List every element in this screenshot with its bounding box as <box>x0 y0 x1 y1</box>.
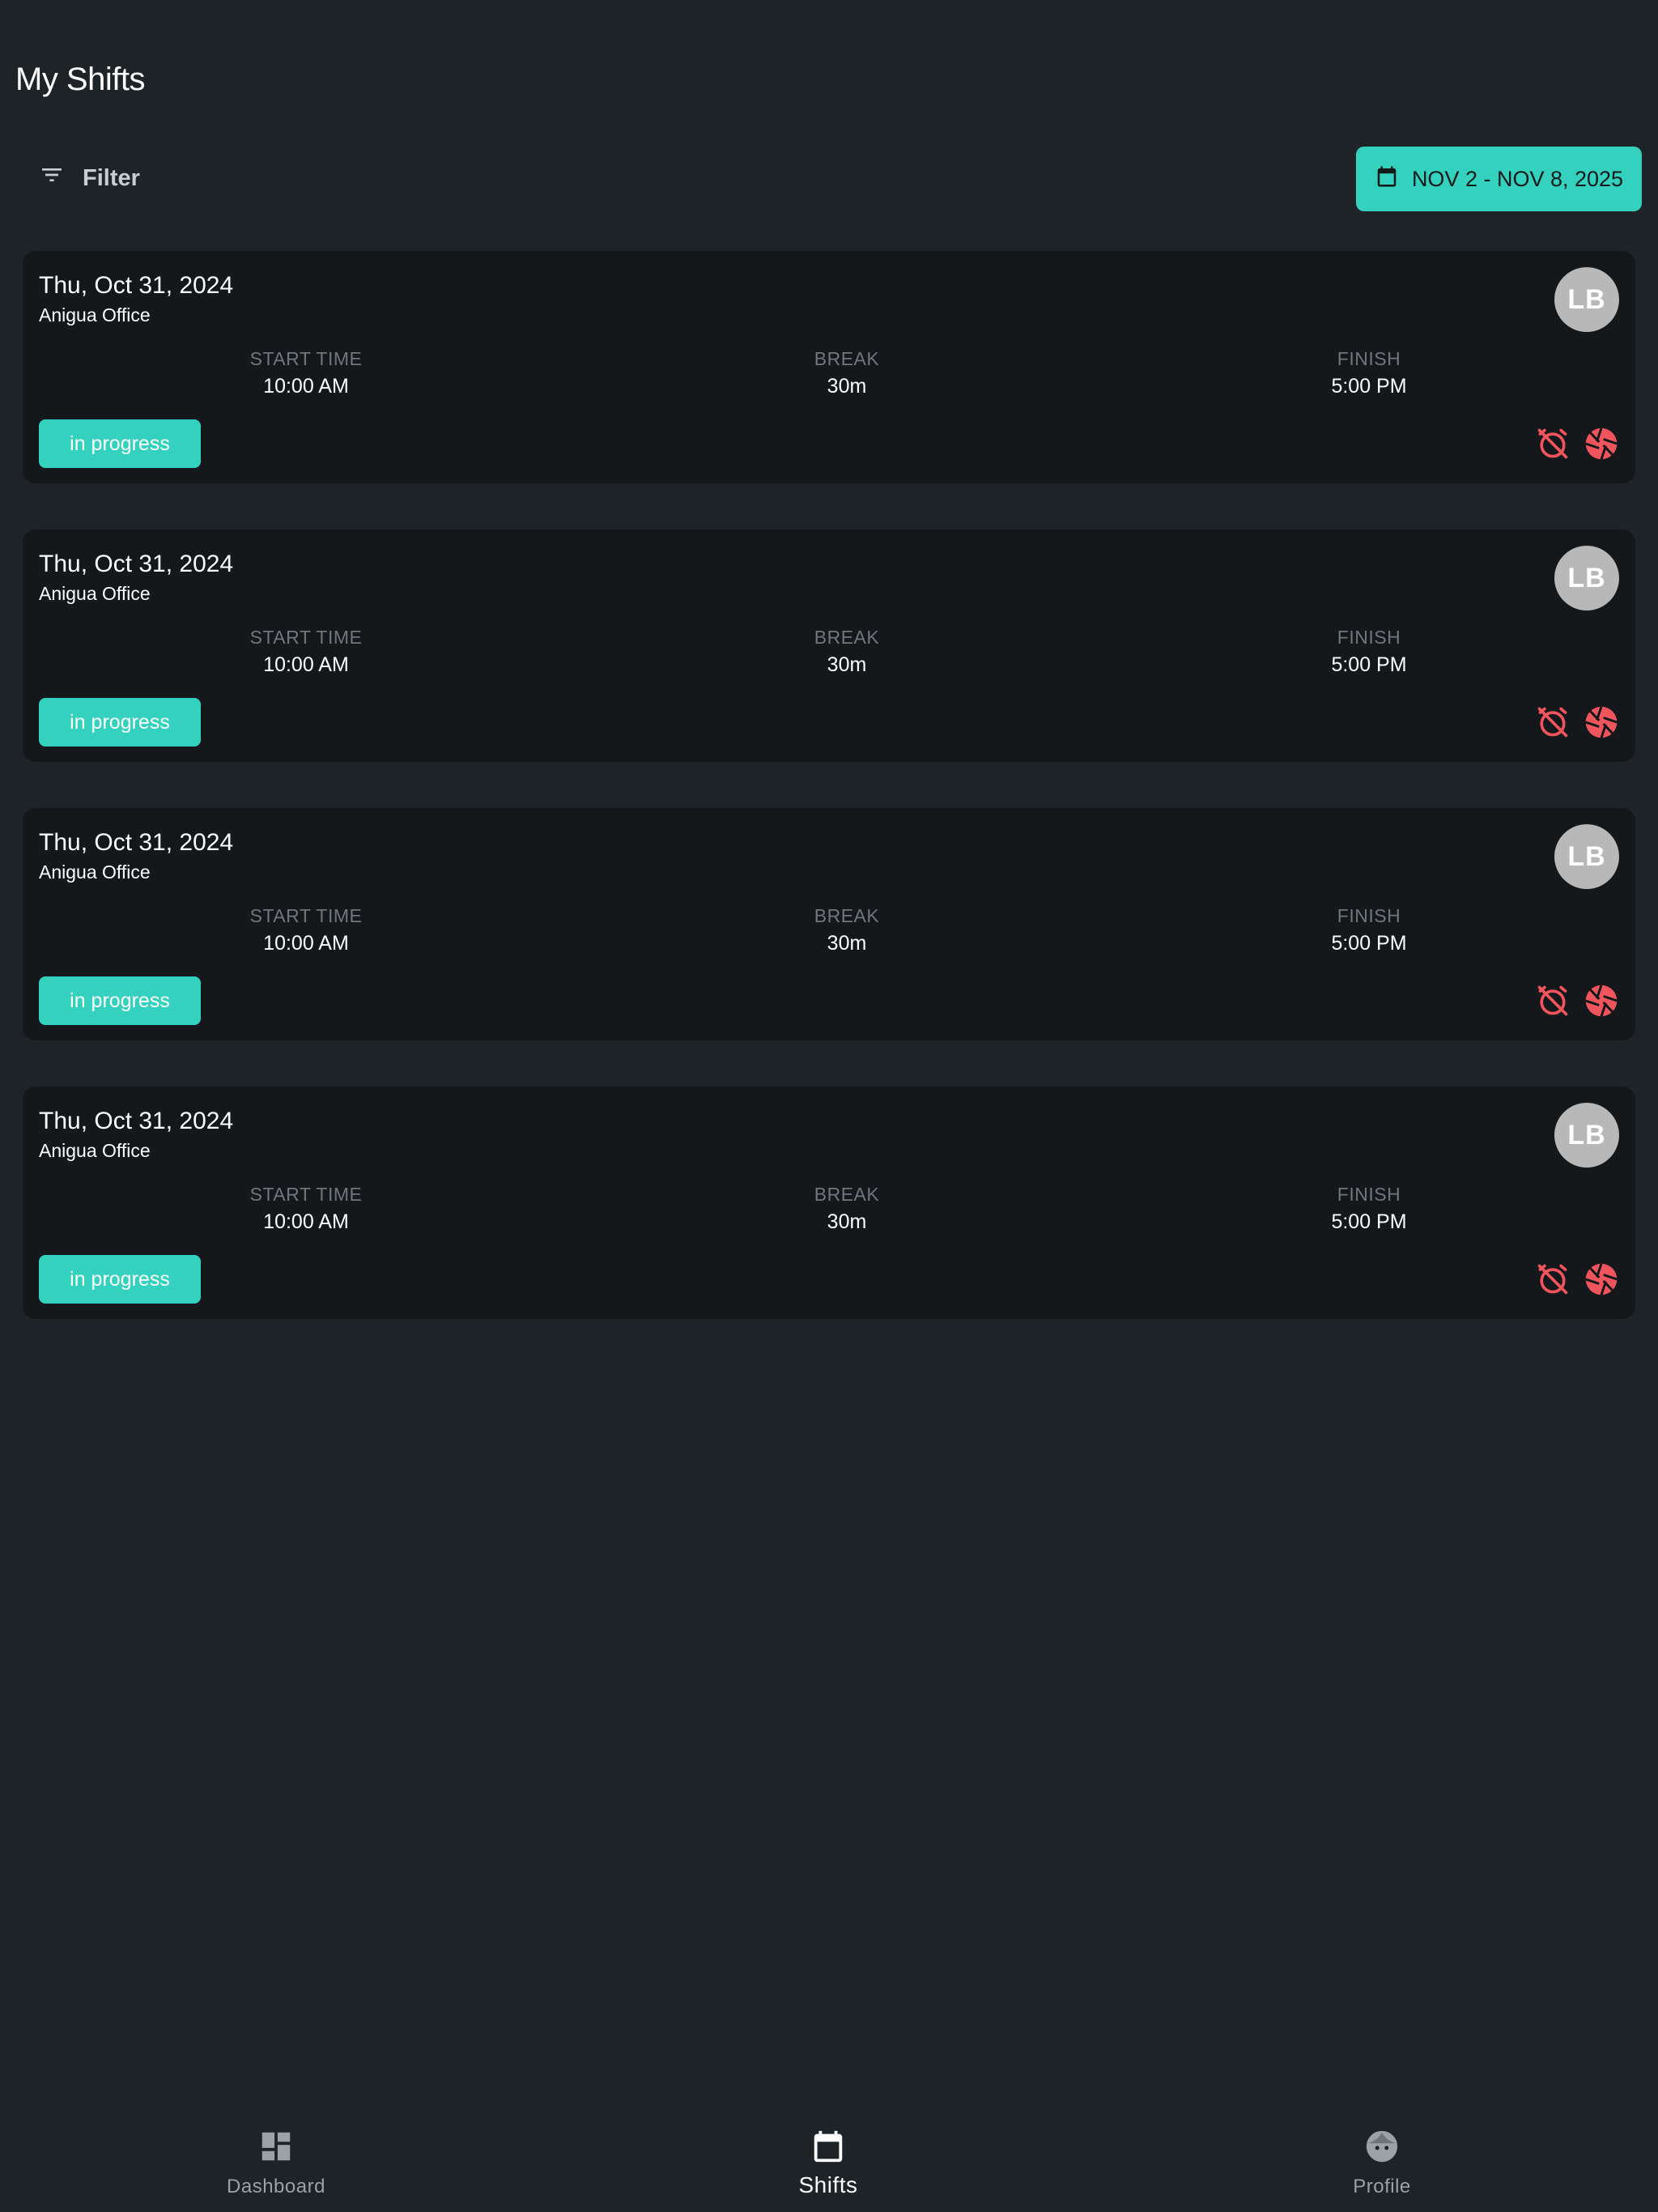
finish-label: FINISH <box>1337 627 1401 648</box>
finish-value: 5:00 PM <box>1331 1210 1407 1233</box>
start-time-label: START TIME <box>249 627 363 648</box>
shift-location: Anigua Office <box>39 861 151 883</box>
break-value: 30m <box>827 932 867 955</box>
break-value: 30m <box>827 375 867 398</box>
finish-column: FINISH 5:00 PM <box>1248 1184 1490 1234</box>
start-time-value: 10:00 AM <box>263 932 349 955</box>
status-badge[interactable]: in progress <box>39 698 201 747</box>
finish-label: FINISH <box>1337 905 1401 926</box>
break-label: BREAK <box>814 627 880 648</box>
break-label: BREAK <box>814 1184 880 1205</box>
avatar: LB <box>1554 546 1619 610</box>
status-badge[interactable]: in progress <box>39 419 201 468</box>
start-time-value: 10:00 AM <box>263 653 349 676</box>
start-time-value: 10:00 AM <box>263 375 349 398</box>
start-time-value: 10:00 AM <box>263 1210 349 1233</box>
start-time-label: START TIME <box>249 348 363 369</box>
start-time-column: START TIME 10:00 AM <box>185 905 427 955</box>
finish-value: 5:00 PM <box>1331 375 1407 398</box>
shift-location: Anigua Office <box>39 583 151 604</box>
shift-card[interactable]: Thu, Oct 31, 2024 Anigua Office LB START… <box>23 530 1635 762</box>
calendar-icon <box>810 2128 847 2169</box>
finish-column: FINISH 5:00 PM <box>1248 905 1490 955</box>
calendar-icon <box>1375 164 1399 194</box>
shift-date: Thu, Oct 31, 2024 <box>39 551 234 577</box>
avatar: LB <box>1554 267 1619 332</box>
status-icons <box>1535 983 1619 1019</box>
start-time-column: START TIME 10:00 AM <box>185 627 427 677</box>
finish-value: 5:00 PM <box>1331 653 1407 676</box>
shift-card[interactable]: Thu, Oct 31, 2024 Anigua Office LB START… <box>23 251 1635 483</box>
start-time-column: START TIME 10:00 AM <box>185 1184 427 1234</box>
shift-location: Anigua Office <box>39 304 151 325</box>
start-time-column: START TIME 10:00 AM <box>185 348 427 398</box>
status-badge[interactable]: in progress <box>39 1255 201 1304</box>
alarm-off-icon[interactable] <box>1535 1261 1571 1297</box>
break-value: 30m <box>827 653 867 676</box>
start-time-label: START TIME <box>249 905 363 926</box>
camera-shutter-icon[interactable] <box>1584 704 1619 740</box>
break-column: BREAK 30m <box>725 348 968 398</box>
break-column: BREAK 30m <box>725 1184 968 1234</box>
finish-value: 5:00 PM <box>1331 932 1407 955</box>
face-icon <box>1363 2128 1401 2169</box>
camera-shutter-icon[interactable] <box>1584 983 1619 1019</box>
date-range-label: NOV 2 - NOV 8, 2025 <box>1411 166 1624 191</box>
finish-label: FINISH <box>1337 348 1401 369</box>
alarm-off-icon[interactable] <box>1535 704 1571 740</box>
status-icons <box>1535 426 1619 462</box>
finish-column: FINISH 5:00 PM <box>1248 627 1490 677</box>
page-title: My Shifts <box>15 62 145 97</box>
nav-dashboard[interactable]: Dashboard <box>179 2128 373 2198</box>
break-value: 30m <box>827 1210 867 1233</box>
shift-card[interactable]: Thu, Oct 31, 2024 Anigua Office LB START… <box>23 1087 1635 1319</box>
break-label: BREAK <box>814 905 880 926</box>
filter-icon <box>39 162 65 194</box>
status-badge[interactable]: in progress <box>39 976 201 1025</box>
filter-label: Filter <box>83 164 140 191</box>
break-column: BREAK 30m <box>725 905 968 955</box>
shift-date: Thu, Oct 31, 2024 <box>39 1108 234 1134</box>
date-range-button[interactable]: NOV 2 - NOV 8, 2025 <box>1356 147 1642 211</box>
nav-shifts[interactable]: Shifts <box>731 2128 925 2198</box>
dashboard-icon <box>257 2128 295 2169</box>
shift-location: Anigua Office <box>39 1140 151 1161</box>
finish-label: FINISH <box>1337 1184 1401 1205</box>
break-label: BREAK <box>814 348 880 369</box>
start-time-label: START TIME <box>249 1184 363 1205</box>
nav-shifts-label: Shifts <box>798 2172 858 2197</box>
nav-profile-label: Profile <box>1353 2176 1411 2197</box>
alarm-off-icon[interactable] <box>1535 426 1571 462</box>
bottom-navigation: Dashboard Shifts Profile <box>0 2105 1658 2212</box>
shift-card[interactable]: Thu, Oct 31, 2024 Anigua Office LB START… <box>23 808 1635 1040</box>
shift-date: Thu, Oct 31, 2024 <box>39 272 234 299</box>
camera-shutter-icon[interactable] <box>1584 1261 1619 1297</box>
avatar: LB <box>1554 824 1619 889</box>
nav-profile[interactable]: Profile <box>1285 2128 1479 2198</box>
avatar: LB <box>1554 1103 1619 1168</box>
shift-list: Thu, Oct 31, 2024 Anigua Office LB START… <box>23 251 1635 1365</box>
finish-column: FINISH 5:00 PM <box>1248 348 1490 398</box>
camera-shutter-icon[interactable] <box>1584 426 1619 462</box>
break-column: BREAK 30m <box>725 627 968 677</box>
filter-button[interactable]: Filter <box>39 159 140 198</box>
status-icons <box>1535 704 1619 740</box>
nav-dashboard-label: Dashboard <box>227 2176 325 2197</box>
status-icons <box>1535 1261 1619 1297</box>
alarm-off-icon[interactable] <box>1535 983 1571 1019</box>
shift-date: Thu, Oct 31, 2024 <box>39 829 234 856</box>
